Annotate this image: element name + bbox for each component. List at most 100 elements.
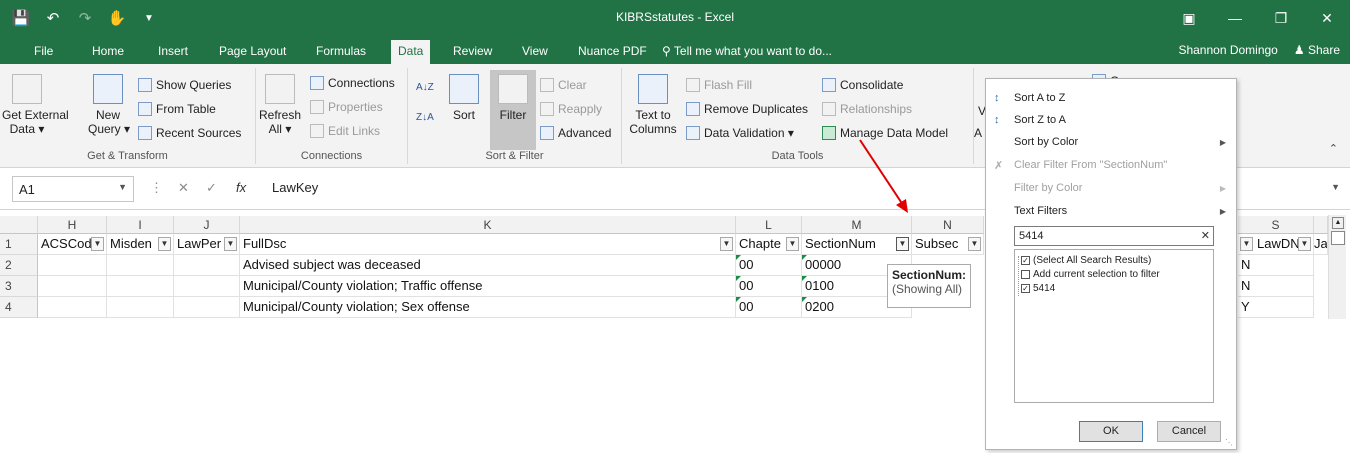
- formula-input[interactable]: LawKey: [272, 180, 318, 195]
- table-cell[interactable]: N: [1238, 255, 1314, 276]
- relationships-button[interactable]: Relationships: [822, 102, 912, 116]
- advanced-button[interactable]: Advanced: [540, 126, 611, 140]
- checkbox-unchecked-icon[interactable]: [1021, 270, 1030, 279]
- data-validation-button[interactable]: Data Validation ▾: [686, 126, 794, 140]
- list-item[interactable]: ✓ 5414: [1021, 283, 1055, 294]
- table-cell[interactable]: [38, 297, 107, 318]
- checkbox-checked-icon[interactable]: ✓: [1021, 256, 1030, 265]
- connections-button[interactable]: Connections: [310, 76, 395, 90]
- from-table-button[interactable]: From Table: [138, 102, 216, 116]
- share-button[interactable]: ♟ Share: [1294, 43, 1340, 57]
- enter-icon[interactable]: ✓: [206, 180, 217, 196]
- header-cell-t[interactable]: Jag: [1314, 234, 1328, 255]
- tab-formulas[interactable]: Formulas: [316, 44, 366, 58]
- vertical-scrollbar[interactable]: ▲: [1328, 215, 1346, 319]
- user-name[interactable]: Shannon Domingo: [1178, 43, 1277, 57]
- header-cell-i[interactable]: Misden ▼: [107, 234, 174, 255]
- select-all-corner[interactable]: [0, 216, 38, 234]
- collapse-ribbon-icon[interactable]: ⌃: [1329, 142, 1338, 155]
- table-cell[interactable]: Municipal/County violation; Traffic offe…: [240, 276, 736, 297]
- header-cell-k[interactable]: FullDsc ▼: [240, 234, 736, 255]
- table-cell[interactable]: [38, 276, 107, 297]
- column-header-s[interactable]: S: [1238, 216, 1314, 234]
- flash-fill-button[interactable]: Flash Fill: [686, 78, 752, 92]
- table-cell[interactable]: [174, 255, 240, 276]
- table-cell[interactable]: Y: [1238, 297, 1314, 318]
- sort-button[interactable]: Sort: [442, 74, 486, 122]
- list-item[interactable]: Add current selection to filter: [1021, 269, 1160, 280]
- tab-file[interactable]: File: [34, 44, 53, 58]
- header-cell-h[interactable]: ACSCod ▼: [38, 234, 107, 255]
- show-queries-button[interactable]: Show Queries: [138, 78, 231, 92]
- consolidate-button[interactable]: Consolidate: [822, 78, 903, 92]
- minimize-icon[interactable]: —: [1212, 0, 1258, 36]
- table-cell[interactable]: [38, 255, 107, 276]
- filter-button[interactable]: Filter: [492, 74, 534, 122]
- column-header-i[interactable]: I: [107, 216, 174, 234]
- table-cell[interactable]: N: [1238, 276, 1314, 297]
- remove-duplicates-button[interactable]: Remove Duplicates: [686, 102, 808, 116]
- filter-dropdown-icon[interactable]: ▼: [91, 237, 104, 251]
- table-cell[interactable]: Municipal/County violation; Sex offense: [240, 297, 736, 318]
- table-cell[interactable]: 00: [736, 255, 802, 276]
- manage-data-model-button[interactable]: Manage Data Model: [822, 126, 948, 140]
- filter-dropdown-icon[interactable]: ▼: [968, 237, 981, 251]
- row-header-3[interactable]: 3: [0, 276, 38, 297]
- table-cell[interactable]: 00: [736, 276, 802, 297]
- cancel-button[interactable]: Cancel: [1157, 421, 1221, 442]
- get-external-data-button[interactable]: Get External Data ▾: [2, 74, 69, 136]
- resize-grip-icon[interactable]: ⋱: [1225, 438, 1233, 447]
- column-header-h[interactable]: H: [38, 216, 107, 234]
- header-cell-l[interactable]: Chapte ▼: [736, 234, 802, 255]
- tab-insert[interactable]: Insert: [158, 44, 188, 58]
- filter-dropdown-icon[interactable]: ▼: [896, 237, 909, 251]
- ribbon-display-options-icon[interactable]: ▣: [1166, 0, 1212, 36]
- table-cell[interactable]: [107, 276, 174, 297]
- filter-dropdown-icon[interactable]: ▼: [786, 237, 799, 251]
- tab-review[interactable]: Review: [453, 44, 492, 58]
- restore-icon[interactable]: ❐: [1258, 0, 1304, 36]
- filter-dropdown-icon[interactable]: ▼: [158, 237, 171, 251]
- name-box-dropdown-icon[interactable]: ▼: [118, 182, 127, 192]
- column-header-m[interactable]: M: [802, 216, 912, 234]
- menu-filter-by-color[interactable]: Filter by Color: [1014, 182, 1082, 194]
- filter-dropdown-icon[interactable]: ▼: [224, 237, 237, 251]
- header-cell-m[interactable]: SectionNum ▼: [802, 234, 912, 255]
- row-header-2[interactable]: 2: [0, 255, 38, 276]
- column-header-k[interactable]: K: [240, 216, 736, 234]
- table-cell[interactable]: [107, 297, 174, 318]
- clear-button[interactable]: Clear: [540, 78, 587, 92]
- sort-za-icon[interactable]: Z↓A: [416, 112, 434, 123]
- refresh-all-button[interactable]: Refresh All ▾: [258, 74, 302, 136]
- column-header-n[interactable]: N: [912, 216, 984, 234]
- table-cell[interactable]: [107, 255, 174, 276]
- new-query-button[interactable]: New Query ▾: [88, 74, 130, 136]
- header-cell-j[interactable]: LawPer ▼: [174, 234, 240, 255]
- reapply-button[interactable]: Reapply: [540, 102, 602, 116]
- tab-home[interactable]: Home: [92, 44, 124, 58]
- sort-az-icon[interactable]: A↓Z: [416, 82, 434, 93]
- header-cell-s[interactable]: ▼ LawDN ▼: [1238, 234, 1314, 255]
- menu-sort-za[interactable]: Sort Z to A: [1014, 114, 1066, 126]
- menu-sort-by-color[interactable]: Sort by Color: [1014, 136, 1078, 148]
- recent-sources-button[interactable]: Recent Sources: [138, 126, 241, 140]
- cancel-icon[interactable]: ✕: [178, 180, 189, 196]
- tab-view[interactable]: View: [522, 44, 548, 58]
- ok-button[interactable]: OK: [1079, 421, 1143, 442]
- close-icon[interactable]: ✕: [1304, 0, 1350, 36]
- table-cell[interactable]: 00: [736, 297, 802, 318]
- row-header-4[interactable]: 4: [0, 297, 38, 318]
- scroll-thumb[interactable]: [1331, 231, 1345, 245]
- filter-dropdown-icon[interactable]: ▼: [1240, 237, 1253, 251]
- insert-function-icon[interactable]: fx: [236, 180, 246, 195]
- name-box[interactable]: A1 ▼: [12, 176, 134, 202]
- tab-nuance-pdf[interactable]: Nuance PDF: [578, 44, 647, 58]
- table-cell[interactable]: Advised subject was deceased: [240, 255, 736, 276]
- menu-text-filters[interactable]: Text Filters: [1014, 205, 1067, 217]
- menu-sort-az[interactable]: Sort A to Z: [1014, 92, 1065, 104]
- list-item[interactable]: ✓ (Select All Search Results): [1021, 255, 1151, 266]
- header-cell-n[interactable]: Subsec ▼: [912, 234, 984, 255]
- tab-data[interactable]: Data: [391, 40, 431, 64]
- row-header-1[interactable]: 1: [0, 234, 38, 255]
- tab-page-layout[interactable]: Page Layout: [219, 44, 286, 58]
